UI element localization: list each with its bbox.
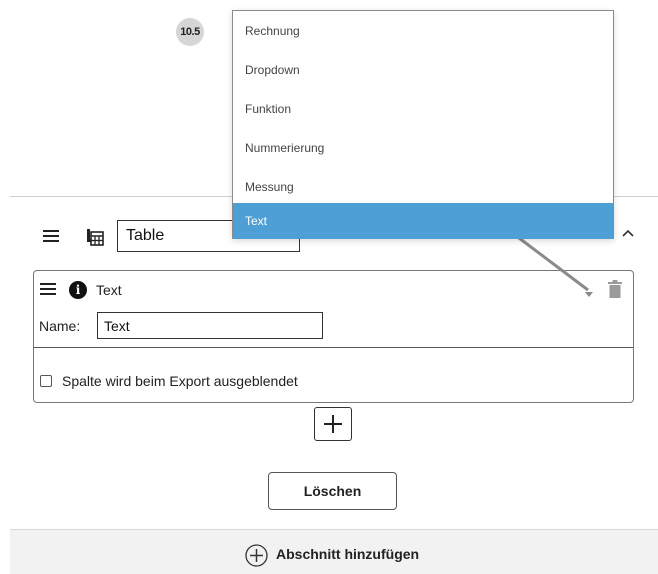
info-icon[interactable]: i [69, 281, 87, 299]
column-name-input[interactable] [97, 312, 323, 339]
name-label: Name: [39, 318, 81, 334]
add-circle-icon[interactable] [245, 544, 268, 567]
column-drag-handle-icon[interactable] [40, 283, 56, 295]
column-type-label: Text [96, 282, 122, 298]
caret-down-icon[interactable] [584, 285, 594, 297]
add-section-label[interactable]: Abschnitt hinzufügen [276, 546, 419, 562]
dropdown-option-rechnung[interactable]: Rechnung [233, 13, 613, 49]
dropdown-option-funktion[interactable]: Funktion [233, 91, 613, 127]
section-drag-handle-icon[interactable] [43, 230, 59, 242]
dropdown-option-dropdown[interactable]: Dropdown [233, 52, 613, 88]
dropdown-option-messung[interactable]: Messung [233, 169, 613, 205]
export-hidden-label: Spalte wird beim Export ausgeblendet [62, 373, 298, 389]
step-badge: 10.5 [176, 18, 204, 46]
dropdown-option-nummerierung[interactable]: Nummerierung [233, 130, 613, 166]
column-type-dropdown[interactable]: Rechnung Dropdown Funktion Nummerierung … [232, 10, 614, 239]
card-divider [34, 347, 633, 348]
add-column-button[interactable] [314, 407, 352, 441]
export-hidden-checkbox[interactable] [40, 375, 52, 387]
delete-button[interactable]: Löschen [268, 472, 397, 510]
dropdown-option-text[interactable]: Text [233, 203, 613, 239]
trash-icon[interactable] [608, 280, 622, 298]
plus-icon [324, 415, 342, 433]
table-icon [86, 228, 104, 246]
chevron-up-icon[interactable] [619, 224, 637, 242]
